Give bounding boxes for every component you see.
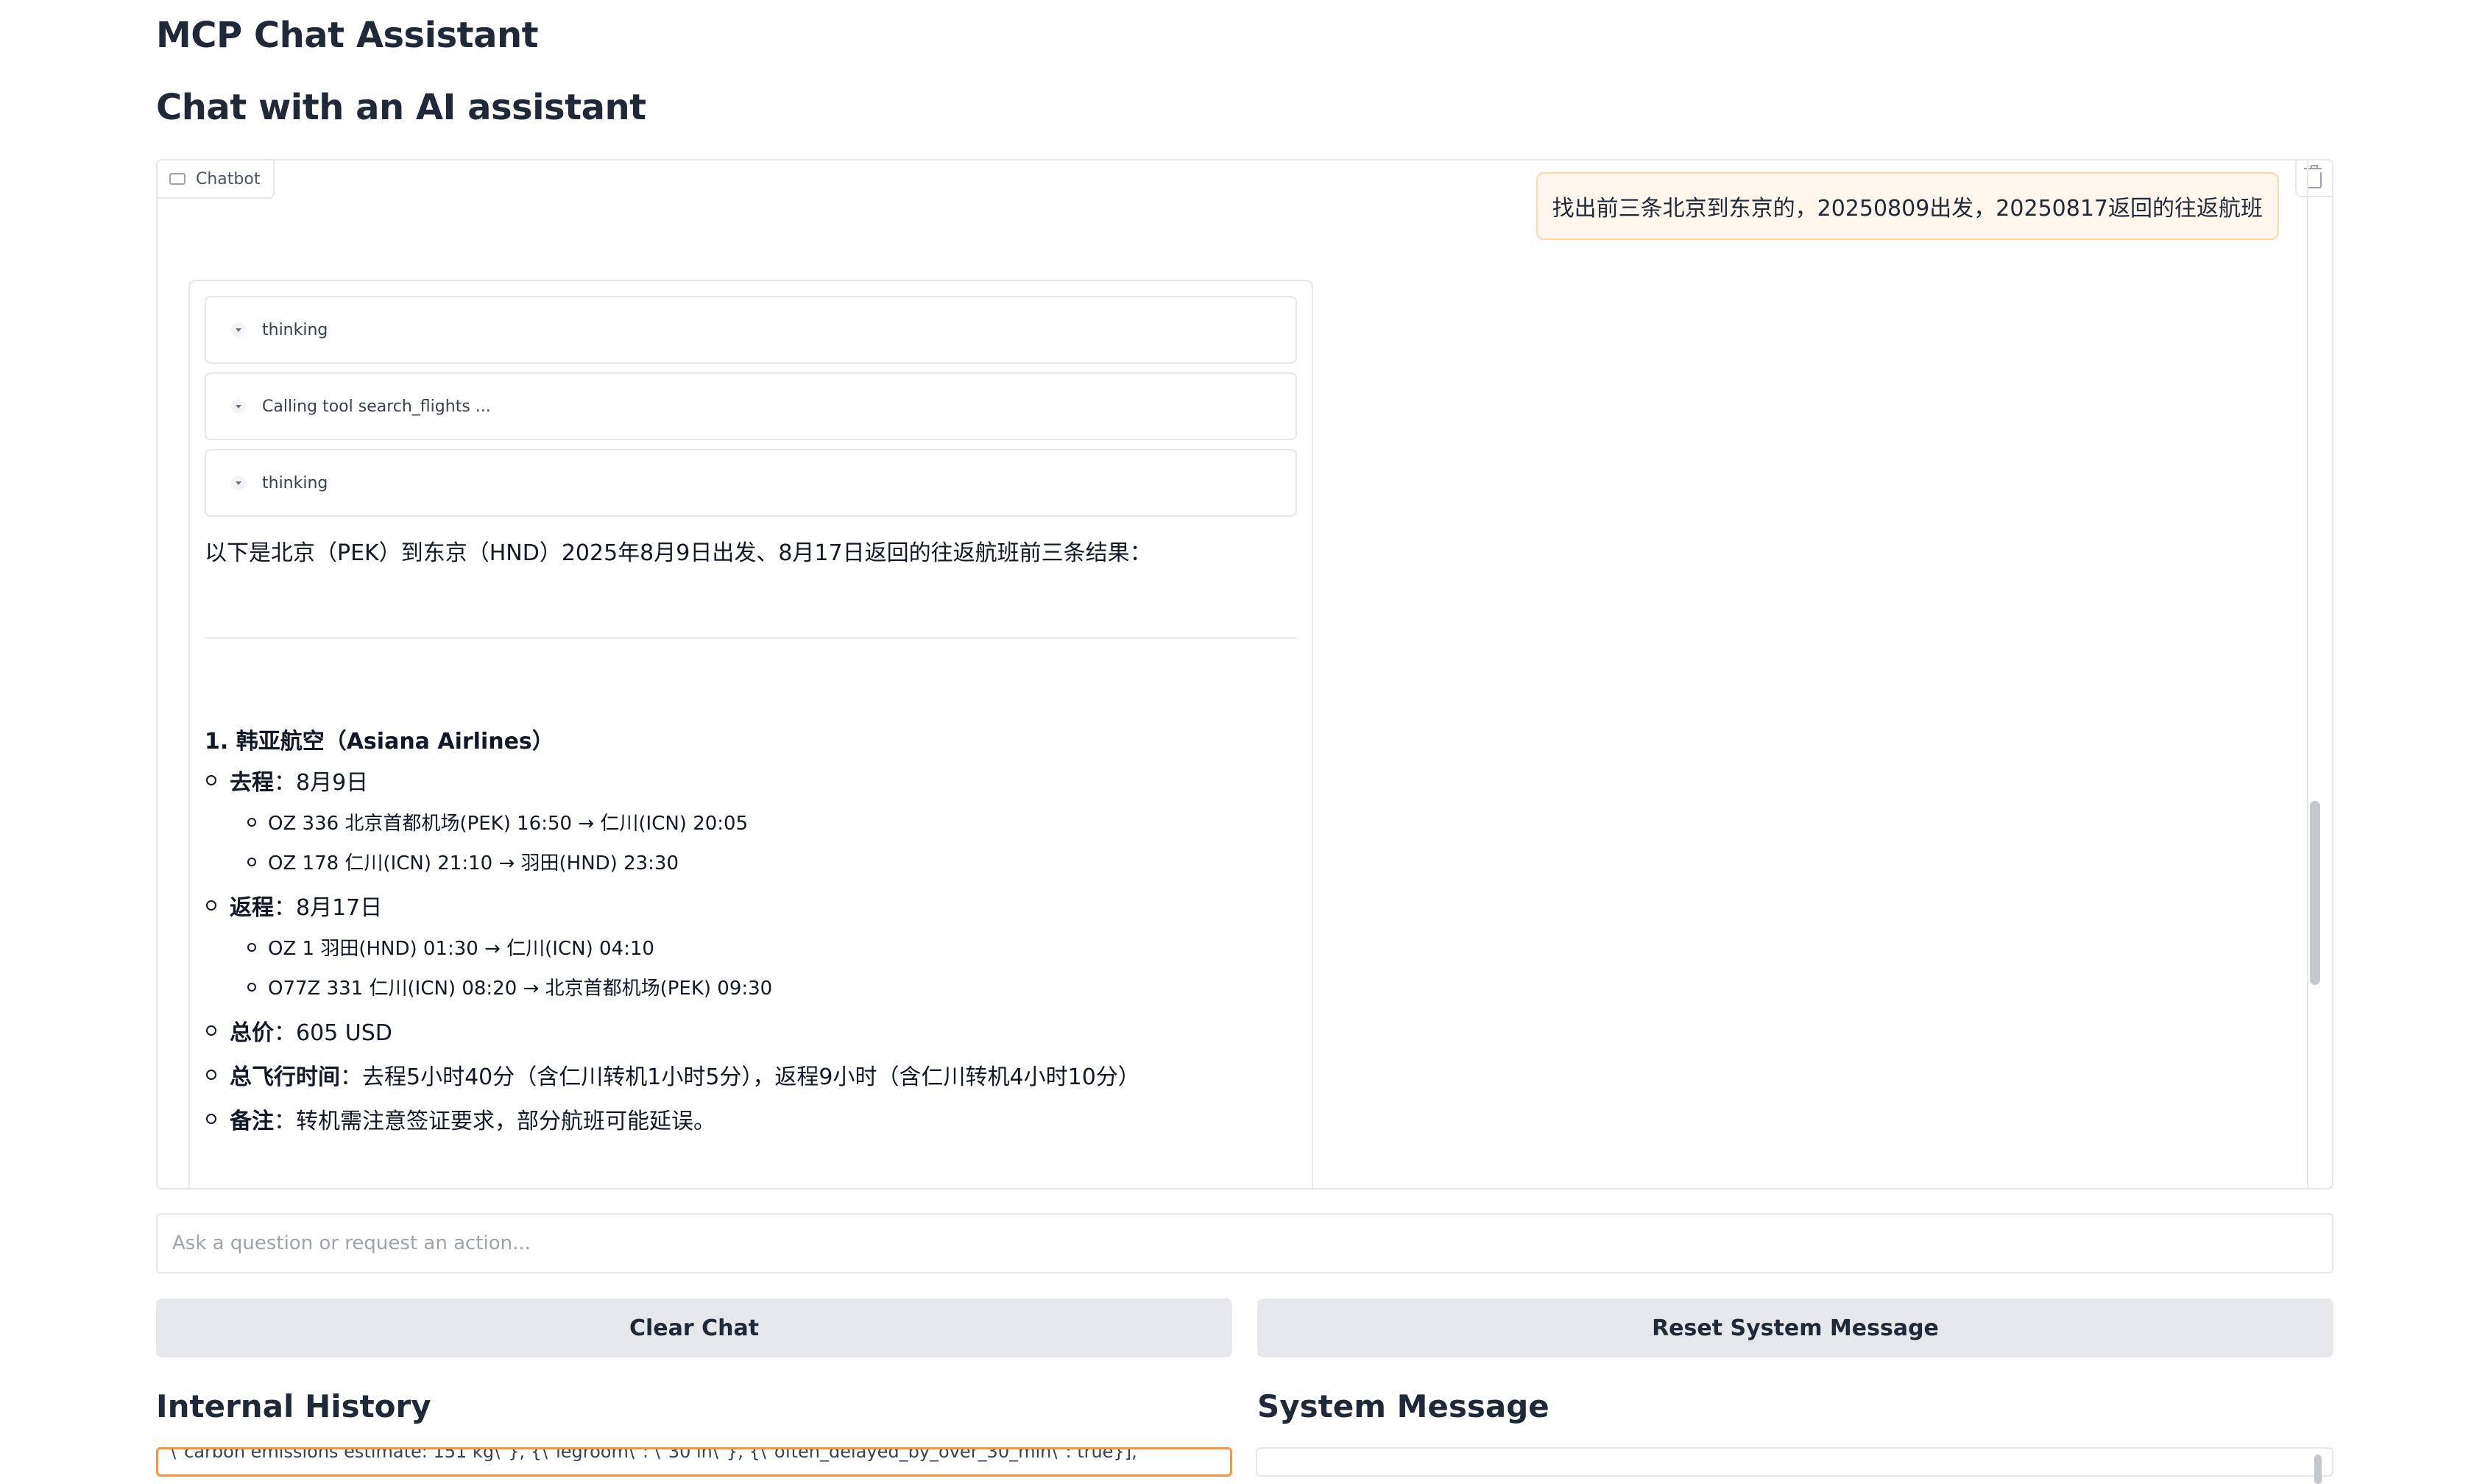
list-item: O77Z 331 仁川(ICN) 08:20 → 北京首都机场(PEK) 09:…	[247, 973, 772, 1000]
page-title: MCP Chat Assistant	[156, 15, 539, 56]
note-label: 备注	[230, 1109, 274, 1134]
thinking-accordion[interactable]: thinking	[205, 449, 1297, 517]
list-item: 备注 ：转机需注意签证要求，部分航班可能延误。	[206, 1103, 715, 1135]
list-item: 总飞行时间 ：去程5小时40分（含仁川转机1小时5分），返程9小时（含仁川转机4…	[206, 1059, 1140, 1091]
chatbot-label-text: Chatbot	[196, 169, 261, 188]
note-value: ：转机需注意签证要求，部分航班可能延误。	[274, 1109, 715, 1134]
return-leg-2: O77Z 331 仁川(ICN) 08:20 → 北京首都机场(PEK) 09:…	[268, 978, 773, 1000]
accordion-label: Calling tool search_flights ...	[262, 397, 491, 416]
chevron-down-icon	[231, 322, 246, 337]
return-leg-1: OZ 1 羽田(HND) 01:30 → 仁川(ICN) 04:10	[268, 938, 654, 960]
price-value: ：605 USD	[274, 1020, 392, 1046]
list-item: OZ 178 仁川(ICN) 21:10 → 羽田(HND) 23:30	[247, 848, 679, 875]
divider	[205, 637, 1297, 639]
accordion-label: thinking	[262, 320, 328, 339]
list-item: OZ 336 北京首都机场(PEK) 16:50 → 仁川(ICN) 20:05	[247, 808, 748, 835]
outbound-leg-2: OZ 178 仁川(ICN) 21:10 → 羽田(HND) 23:30	[268, 852, 679, 875]
thinking-accordion[interactable]: thinking	[205, 296, 1297, 364]
chat-input[interactable]	[156, 1213, 2333, 1273]
internal-history-title: Internal History	[156, 1388, 431, 1424]
outbound-leg-1: OZ 336 北京首都机场(PEK) 16:50 → 仁川(ICN) 20:05	[268, 813, 749, 835]
system-message-title: System Message	[1257, 1388, 1549, 1424]
answer-intro: 以下是北京（PEK）到东京（HND）2025年8月9日出发、8月17日返回的往返…	[205, 540, 1152, 566]
return-value: ：8月17日	[274, 895, 383, 921]
chat-scrollbar-track[interactable]	[2307, 160, 2325, 1188]
clear-chat-button[interactable]: Clear Chat	[156, 1298, 1232, 1357]
system-message-scrollbar[interactable]	[2314, 1455, 2322, 1484]
chatbot-panel: Chatbot 找出前三条北京到东京的，20250809出发，20250817返…	[156, 159, 2333, 1190]
chat-bubble-icon	[169, 173, 185, 185]
price-label: 总价	[230, 1020, 274, 1046]
chevron-down-icon	[231, 399, 246, 414]
outbound-value: ：8月9日	[274, 770, 369, 796]
system-message-textarea[interactable]	[1256, 1447, 2333, 1484]
assistant-message: thinking Calling tool search_flights ...…	[188, 280, 1313, 1188]
list-item: 返程 ：8月17日	[206, 889, 382, 922]
duration-label: 总飞行时间	[230, 1064, 340, 1090]
tool-call-accordion[interactable]: Calling tool search_flights ...	[205, 372, 1297, 440]
accordion-label: thinking	[262, 473, 328, 492]
list-item: 去程 ：8月9日	[206, 764, 368, 796]
chatbot-label: Chatbot	[158, 160, 275, 199]
chevron-down-icon	[231, 476, 246, 490]
return-label: 返程	[230, 895, 274, 921]
list-item: OZ 1 羽田(HND) 01:30 → 仁川(ICN) 04:10	[247, 933, 654, 961]
result-heading: 1. 韩亚航空（Asiana Airlines）	[205, 729, 554, 755]
history-snippet: \"carbon emissions estimate: 151 kg\"}, …	[170, 1447, 1137, 1462]
page-subtitle: Chat with an AI assistant	[156, 87, 646, 128]
outbound-label: 去程	[230, 770, 274, 796]
user-message: 找出前三条北京到东京的，20250809出发，20250817返回的往返航班	[1535, 172, 2279, 240]
list-item: 总价 ：605 USD	[206, 1014, 392, 1047]
duration-value: ：去程5小时40分（含仁川转机1小时5分），返程9小时（含仁川转机4小时10分）	[340, 1064, 1140, 1090]
reset-system-message-button[interactable]: Reset System Message	[1257, 1298, 2333, 1357]
internal-history-textarea[interactable]: \"carbon emissions estimate: 151 kg\"}, …	[156, 1447, 1232, 1477]
chat-scrollbar-thumb[interactable]	[2310, 801, 2320, 985]
